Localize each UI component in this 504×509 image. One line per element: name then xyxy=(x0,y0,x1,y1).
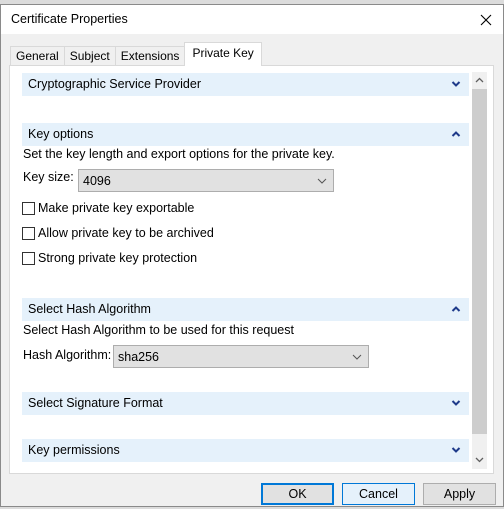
title-bar: Certificate Properties xyxy=(1,5,503,34)
key-size-label: Key size: xyxy=(23,170,74,184)
checkbox-box[interactable] xyxy=(22,226,35,240)
section-title: Cryptographic Service Provider xyxy=(28,77,201,91)
chevron-down-icon xyxy=(451,447,461,453)
close-x-icon xyxy=(480,14,492,26)
close-button[interactable] xyxy=(475,9,497,31)
checkbox-box[interactable] xyxy=(22,201,35,215)
tab-general[interactable]: General xyxy=(10,46,65,66)
hash-description: Select Hash Algorithm to be used for thi… xyxy=(23,323,294,337)
tab-private-key[interactable]: Private Key xyxy=(184,42,262,66)
key-options-description: Set the key length and export options fo… xyxy=(23,147,335,161)
section-title: Select Hash Algorithm xyxy=(28,302,151,316)
certificate-properties-dialog: Certificate Properties General Subject E… xyxy=(0,4,504,507)
scroll-down-arrow-icon xyxy=(475,457,484,463)
key-size-value: 4096 xyxy=(83,174,111,188)
checkbox-strong-protection[interactable]: Strong private key protection xyxy=(22,250,197,266)
private-key-panel: Cryptographic Service Provider Key optio… xyxy=(9,65,494,474)
chevron-up-icon xyxy=(451,306,461,312)
section-header-key-permissions[interactable]: Key permissions xyxy=(22,439,469,462)
chevron-down-icon xyxy=(451,400,461,406)
checkbox-archived[interactable]: Allow private key to be archived xyxy=(22,225,214,241)
window-title: Certificate Properties xyxy=(11,12,128,26)
checkbox-box[interactable] xyxy=(22,251,35,265)
checkbox-exportable[interactable]: Make private key exportable xyxy=(22,200,194,216)
scroll-thumb[interactable] xyxy=(472,89,487,434)
section-title: Key permissions xyxy=(28,443,120,457)
chevron-up-icon xyxy=(451,131,461,137)
scroll-down-button[interactable] xyxy=(472,452,487,469)
key-size-combo[interactable]: 4096 xyxy=(78,169,334,192)
tab-extensions[interactable]: Extensions xyxy=(114,46,186,66)
checkbox-label: Make private key exportable xyxy=(38,201,195,215)
ok-button[interactable]: OK xyxy=(261,483,334,505)
scroll-up-arrow-icon xyxy=(475,77,484,83)
section-header-key-options[interactable]: Key options xyxy=(22,123,469,146)
section-header-hash[interactable]: Select Hash Algorithm xyxy=(22,298,469,321)
checkbox-label: Allow private key to be archived xyxy=(38,226,214,240)
checkbox-label: Strong private key protection xyxy=(38,251,198,265)
section-title: Key options xyxy=(28,127,94,141)
hash-algorithm-value: sha256 xyxy=(118,350,160,364)
tab-subject[interactable]: Subject xyxy=(63,46,116,66)
section-title: Select Signature Format xyxy=(28,396,163,410)
dropdown-arrow-icon xyxy=(317,178,327,184)
cancel-button[interactable]: Cancel xyxy=(342,483,415,505)
chevron-down-icon xyxy=(451,81,461,87)
apply-button[interactable]: Apply xyxy=(423,483,496,505)
section-header-signature[interactable]: Select Signature Format xyxy=(22,392,469,415)
scroll-content: Cryptographic Service Provider Key optio… xyxy=(10,66,475,473)
dropdown-arrow-icon xyxy=(352,354,362,360)
section-header-csp[interactable]: Cryptographic Service Provider xyxy=(22,73,469,96)
tab-strip: General Subject Extensions Private Key xyxy=(10,42,262,66)
scroll-up-button[interactable] xyxy=(472,72,487,89)
hash-algorithm-combo[interactable]: sha256 xyxy=(113,345,369,368)
vertical-scrollbar[interactable] xyxy=(472,72,487,469)
hash-algorithm-label: Hash Algorithm: xyxy=(23,348,112,362)
